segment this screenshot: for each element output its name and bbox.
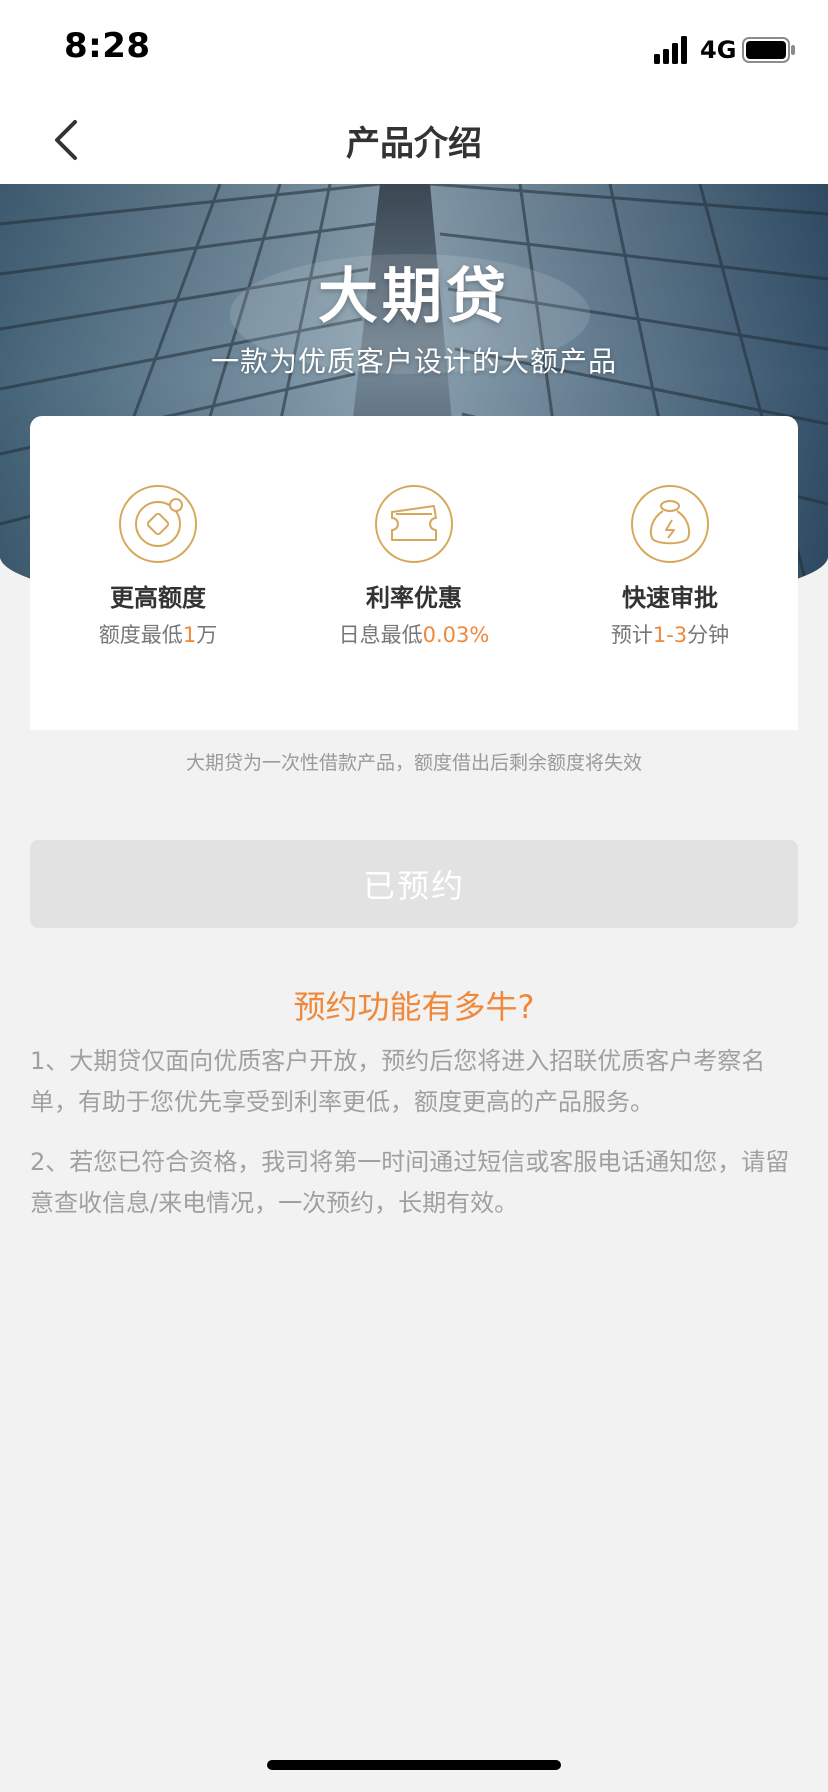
feature-desc-text: 预计 [610,623,653,647]
network-label: 4G [700,36,737,64]
feature-desc-unit: 分钟 [687,623,730,647]
feature-desc-text: 额度最低 [98,623,183,647]
feature-higher-limit: 更高额度 额度最低1万 [30,484,286,649]
money-bag-icon [631,485,709,563]
faq-title: 预约功能有多牛? [293,988,535,1026]
feature-card: 更高额度 额度最低1万 利率优惠 日息最低0.03% 快速审批 预计1-3分钟 [30,416,798,730]
faq-item: 2、若您已符合资格，我司将第一时间通过短信或客服电话通知您，请留意查收信息/来电… [30,1148,790,1217]
coin-icon [119,485,197,563]
product-note: 大期贷为一次性借款产品，额度借出后剩余额度将失效 [185,752,642,774]
feature-desc-value: 1 [182,623,197,647]
signal-icon [654,36,687,64]
feature-desc: 预计1-3分钟 [542,619,798,649]
nav-bar: 产品介绍 [0,96,828,184]
home-indicator [267,1760,561,1770]
feature-title: 快速审批 [622,584,718,612]
feature-fast-approval: 快速审批 预计1-3分钟 [542,484,798,649]
feature-desc: 日息最低0.03% [286,619,542,649]
status-time: 8:28 [64,26,151,66]
page-title: 产品介绍 [346,124,482,164]
feature-desc-value: 0.03% [422,623,490,647]
faq-item: 1、大期贷仅面向优质客户开放，预约后您将进入招联优质客户考察名单，有助于您优先享… [30,1047,766,1116]
hero-title: 大期贷 [318,262,510,332]
status-bar: 8:28 4G [0,0,828,96]
battery-icon [742,37,795,63]
feature-desc-text: 日息最低 [338,623,423,647]
hero-subtitle: 一款为优质客户设计的大额产品 [210,345,617,378]
feature-desc: 额度最低1万 [30,619,286,649]
feature-title: 更高额度 [110,584,206,612]
reserve-button[interactable]: 已预约 [30,840,798,928]
ticket-icon [375,485,453,563]
feature-desc-value: 1-3 [652,623,688,647]
feature-rate-discount: 利率优惠 日息最低0.03% [286,484,542,649]
feature-desc-unit: 万 [196,623,218,647]
feature-title: 利率优惠 [366,584,462,612]
